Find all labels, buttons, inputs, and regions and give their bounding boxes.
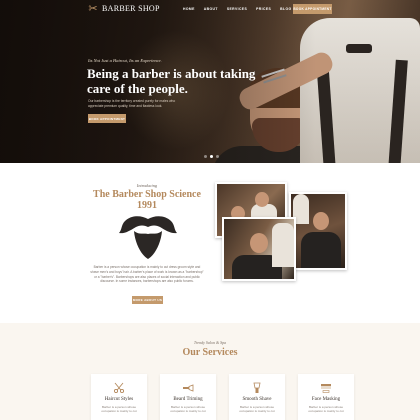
service-card-beard[interactable]: Beard Triming Barber is a person whose o… <box>160 374 216 420</box>
razor-icon <box>183 384 194 392</box>
photo-cape <box>301 232 341 268</box>
menu-item-blog[interactable]: BLOG <box>280 7 291 11</box>
menu-item-home[interactable]: HOME <box>183 7 195 11</box>
hero-title: Being a barber is about taking care of t… <box>87 66 256 96</box>
barber-photo-3 <box>222 217 296 281</box>
menu-item-prices[interactable]: PRICES <box>256 7 271 11</box>
hero-slider: ✂ BARBER SHOP HOME ABOUT SERVICES PRICES… <box>0 0 420 163</box>
shaving-brush-icon <box>253 382 261 393</box>
intro-kicker: Introducing <box>136 183 158 188</box>
services-cards: Haircut Styles Barber is a person whose … <box>91 374 354 420</box>
menu-item-about[interactable]: ABOUT <box>204 7 218 11</box>
service-card-shave[interactable]: Smooth Shave Barber is a person whose oc… <box>229 374 285 420</box>
slider-dot[interactable] <box>204 155 207 158</box>
service-title: Beard Triming <box>173 397 203 402</box>
photo-face <box>250 233 268 253</box>
scissors-comb-icon <box>113 382 125 394</box>
service-title: Haircut Styles <box>104 397 134 402</box>
service-text: Barber is a person whose occupation is m… <box>101 405 137 414</box>
menu-item-services[interactable]: SERVICES <box>227 7 247 11</box>
hero-eyebrow: Its Not Just a Haircut, Its an Experienc… <box>88 58 162 63</box>
barber-photo-2 <box>289 192 347 270</box>
photo-face <box>255 192 269 207</box>
services-section: Trendy Salon & Spa Our Services Haircut … <box>0 323 420 420</box>
slider-dot-active[interactable] <box>210 155 213 158</box>
service-card-haircut[interactable]: Haircut Styles Barber is a person whose … <box>91 374 147 420</box>
service-title: Face Masking <box>311 397 341 402</box>
site-logo[interactable]: ✂ BARBER SHOP <box>87 3 160 15</box>
services-kicker: Trendy Salon & Spa <box>193 340 227 345</box>
logo-wordmark: BARBER SHOP <box>102 3 160 14</box>
slider-dot[interactable] <box>216 155 219 158</box>
photo-barber <box>272 223 294 267</box>
intro-title: The Barber Shop Science 1991 <box>93 189 201 211</box>
service-title: Smooth Shave <box>242 397 272 402</box>
intro-section: Introducing The Barber Shop Science 1991… <box>0 163 420 323</box>
service-text: Barber is a person whose occupation is m… <box>170 405 206 414</box>
slider-dots <box>204 155 219 158</box>
mustache-beard-icon <box>119 216 177 259</box>
photo-face <box>313 212 329 230</box>
service-text: Barber is a person whose occupation is m… <box>239 405 275 414</box>
service-text: Barber is a person whose occupation is m… <box>308 405 344 414</box>
logo-text: BARBER SHOP <box>102 3 160 13</box>
services-title: Our Services <box>182 347 238 358</box>
top-navigation: ✂ BARBER SHOP HOME ABOUT SERVICES PRICES… <box>0 0 420 20</box>
intro-description: Barber is a person whose occupation is m… <box>90 265 204 284</box>
book-appointment-hero-button[interactable]: BOOK APPOINTMENT <box>88 114 126 123</box>
more-about-us-button[interactable]: MORE ABOUT US <box>132 296 163 304</box>
hero-description: Our barbershop is the territory created … <box>88 99 176 108</box>
barber-pole-icon: ✂ <box>88 3 98 15</box>
comb-brush-icon <box>321 384 331 393</box>
service-card-mask[interactable]: Face Masking Barber is a person whose oc… <box>298 374 354 420</box>
book-appointment-nav-button[interactable]: BOOK APPOINTMENT <box>293 4 332 14</box>
